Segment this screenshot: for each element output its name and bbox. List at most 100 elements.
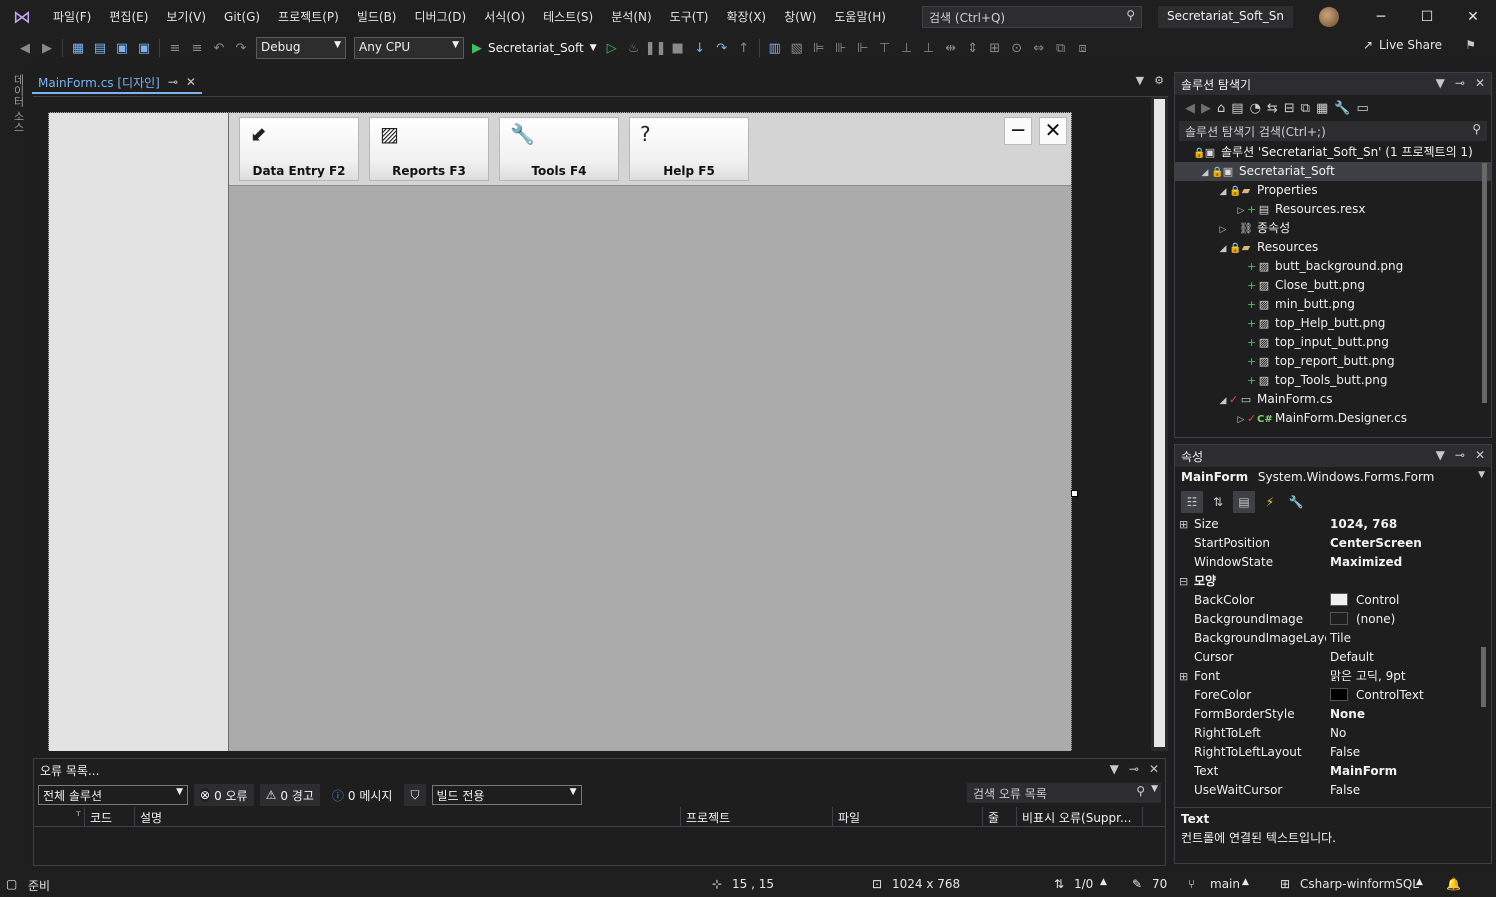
property-value[interactable]: (none) xyxy=(1330,610,1395,629)
maximize-window-button[interactable]: ☐ xyxy=(1404,0,1450,34)
expand-icon[interactable]: ⊞ xyxy=(1179,515,1189,534)
find-in-files-icon[interactable]: ▥ xyxy=(764,37,786,59)
tree-item[interactable]: + ▨ Close_butt.png xyxy=(1175,276,1491,295)
save-icon[interactable]: ▣ xyxy=(111,37,133,59)
object-selector[interactable]: MainForm System.Windows.Forms.Form ▼ xyxy=(1175,467,1491,489)
properties-view-icon[interactable]: ▤ xyxy=(1233,491,1255,513)
chevron-down-icon[interactable]: ▼ xyxy=(1110,762,1119,776)
comment-icon[interactable]: ≡ xyxy=(164,37,186,59)
property-row[interactable]: ⊞ Size 1024, 768 xyxy=(1175,515,1491,534)
minimize-window-button[interactable]: ─ xyxy=(1358,0,1404,34)
properties-scrollbar[interactable] xyxy=(1479,527,1487,795)
expand-icon[interactable]: ⊟ xyxy=(1179,572,1189,591)
column-header-code[interactable]: 코드 xyxy=(90,809,112,826)
menu-item[interactable]: 도움말(H) xyxy=(825,0,895,34)
property-value[interactable]: False xyxy=(1330,781,1360,800)
tree-item[interactable]: + ▨ top_Tools_butt.png xyxy=(1175,371,1491,390)
repository-name[interactable]: Csharp-winformSQL xyxy=(1300,877,1419,891)
designer-scrollbar[interactable] xyxy=(1151,97,1168,751)
categorized-icon[interactable]: ☷ xyxy=(1181,491,1203,513)
same-width-icon[interactable]: ⇹ xyxy=(940,37,962,59)
tree-item[interactable]: ▷ ✓C# MainForm.Designer.cs xyxy=(1175,409,1491,428)
property-value[interactable]: None xyxy=(1330,705,1365,724)
properties-icon[interactable]: ▭ xyxy=(1357,101,1369,116)
property-value[interactable]: Control xyxy=(1330,591,1399,610)
sync-icon[interactable]: ⇆ xyxy=(1267,101,1278,116)
wrench-icon[interactable]: 🔧 xyxy=(1334,101,1350,116)
property-row[interactable]: StartPosition CenterScreen xyxy=(1175,534,1491,553)
menu-item[interactable]: 보기(V) xyxy=(157,0,215,34)
tree-item[interactable]: 🔒▣ 솔루션 'Secretariat_Soft_Sn' (1 프로젝트의 1) xyxy=(1175,143,1491,162)
property-value[interactable]: Tile xyxy=(1330,629,1351,648)
solution-scrollbar[interactable] xyxy=(1479,149,1489,429)
solution-search-input[interactable]: 솔루션 탐색기 검색(Ctrl+;) ⚲ xyxy=(1179,121,1487,141)
preview-icon[interactable]: ▦ xyxy=(1316,101,1328,116)
branch-name[interactable]: main xyxy=(1210,877,1240,891)
align-lefts-icon[interactable]: ⊫ xyxy=(808,37,830,59)
align-rights-icon[interactable]: ⊩ xyxy=(852,37,874,59)
error-search-input[interactable]: 검색 오류 목록 ⚲ ▼ xyxy=(967,783,1161,803)
new-project-icon[interactable]: ▦ xyxy=(67,37,89,59)
menu-item[interactable]: 테스트(S) xyxy=(534,0,602,34)
avatar[interactable] xyxy=(1319,7,1339,27)
property-row[interactable]: ⊞ Font 맑은 고딕, 9pt xyxy=(1175,667,1491,686)
order-icon[interactable]: ⧉ xyxy=(1050,37,1072,59)
zoom-icon[interactable]: ⊙ xyxy=(1006,37,1028,59)
property-row[interactable]: FormBorderStyle None xyxy=(1175,705,1491,724)
chevron-up-icon[interactable]: ▲ xyxy=(1100,877,1107,887)
spacing-icon[interactable]: ⇔ xyxy=(1028,37,1050,59)
close-icon[interactable]: ✕ xyxy=(1475,76,1485,90)
home-icon[interactable]: ⌂ xyxy=(1217,101,1225,116)
reports-button[interactable]: ▨ Reports F3 xyxy=(369,117,489,181)
chevron-down-icon[interactable]: ▼ xyxy=(1436,448,1445,462)
start-debug-button[interactable]: ▶ Secretariat_Soft ▼ xyxy=(468,41,601,56)
search-input[interactable]: 검색 (Ctrl+Q) ⚲ xyxy=(922,6,1142,28)
chevron-down-icon[interactable]: ▼ xyxy=(1436,76,1445,90)
pin-icon[interactable]: ⊸ xyxy=(1129,762,1139,776)
property-pages-icon[interactable]: 🔧 xyxy=(1285,491,1307,513)
chevron-down-icon[interactable]: ▼ xyxy=(1136,74,1144,87)
alphabetical-icon[interactable]: ⇅ xyxy=(1207,491,1229,513)
property-row[interactable]: Cursor Default xyxy=(1175,648,1491,667)
property-row[interactable]: RightToLeftLayout False xyxy=(1175,743,1491,762)
filter-button[interactable]: ⛉ xyxy=(404,784,426,806)
property-value[interactable]: ControlText xyxy=(1330,686,1424,705)
show-all-files-icon[interactable]: ⧉ xyxy=(1301,101,1310,116)
property-row[interactable]: WindowState Maximized xyxy=(1175,553,1491,572)
property-value[interactable]: MainForm xyxy=(1330,762,1397,781)
menu-item[interactable]: 도구(T) xyxy=(661,0,718,34)
tree-item[interactable]: + ▨ butt_background.png xyxy=(1175,257,1491,276)
menu-item[interactable]: 프로젝트(P) xyxy=(269,0,348,34)
property-value[interactable]: 1024, 768 xyxy=(1330,515,1397,534)
column-header-suppression[interactable]: 비표시 오류(Suppr... xyxy=(1022,809,1131,826)
property-value[interactable]: Default xyxy=(1330,648,1374,667)
property-value[interactable]: False xyxy=(1330,743,1360,762)
scrollbar-thumb[interactable] xyxy=(1481,647,1486,707)
open-folder-icon[interactable]: ▤ xyxy=(89,37,111,59)
data-sources-tab[interactable]: 데이터 소스 xyxy=(10,74,26,133)
scrollbar-thumb[interactable] xyxy=(1482,163,1487,403)
notifications-icon[interactable]: 🔔 xyxy=(1446,877,1461,891)
tree-item[interactable]: ▷ + ▤ Resources.resx xyxy=(1175,200,1491,219)
align-centers-icon[interactable]: ⊪ xyxy=(830,37,852,59)
messages-filter-button[interactable]: ⓘ 0 메시지 xyxy=(326,784,399,806)
menu-item[interactable]: 분석(N) xyxy=(602,0,660,34)
back-icon[interactable]: ◀ xyxy=(14,37,36,59)
help-button[interactable]: ? Help F5 xyxy=(629,117,749,181)
column-header-file[interactable]: 파일 xyxy=(838,809,860,826)
pin-icon[interactable]: ⊸ xyxy=(1455,448,1465,462)
platform-select[interactable]: Any CPU ▼ xyxy=(354,37,464,59)
visual-studio-logo-icon[interactable]: ⋈ xyxy=(0,0,44,34)
undo-icon[interactable]: ↶ xyxy=(208,37,230,59)
redo-icon[interactable]: ↷ xyxy=(230,37,252,59)
menu-item[interactable]: Git(G) xyxy=(215,0,269,34)
size-to-grid-icon[interactable]: ⊞ xyxy=(984,37,1006,59)
live-share-button[interactable]: ↗ Live Share xyxy=(1363,38,1442,52)
tree-item[interactable]: ◢ 🔒▰ Properties xyxy=(1175,181,1491,200)
tools-button[interactable]: 🔧 Tools F4 xyxy=(499,117,619,181)
align-tops-icon[interactable]: ⊤ xyxy=(874,37,896,59)
switch-views-icon[interactable]: ▤ xyxy=(1231,101,1243,116)
align-bottoms-icon[interactable]: ⊥ xyxy=(918,37,940,59)
same-height-icon[interactable]: ⇕ xyxy=(962,37,984,59)
column-header-line[interactable]: 줄 xyxy=(988,809,999,826)
